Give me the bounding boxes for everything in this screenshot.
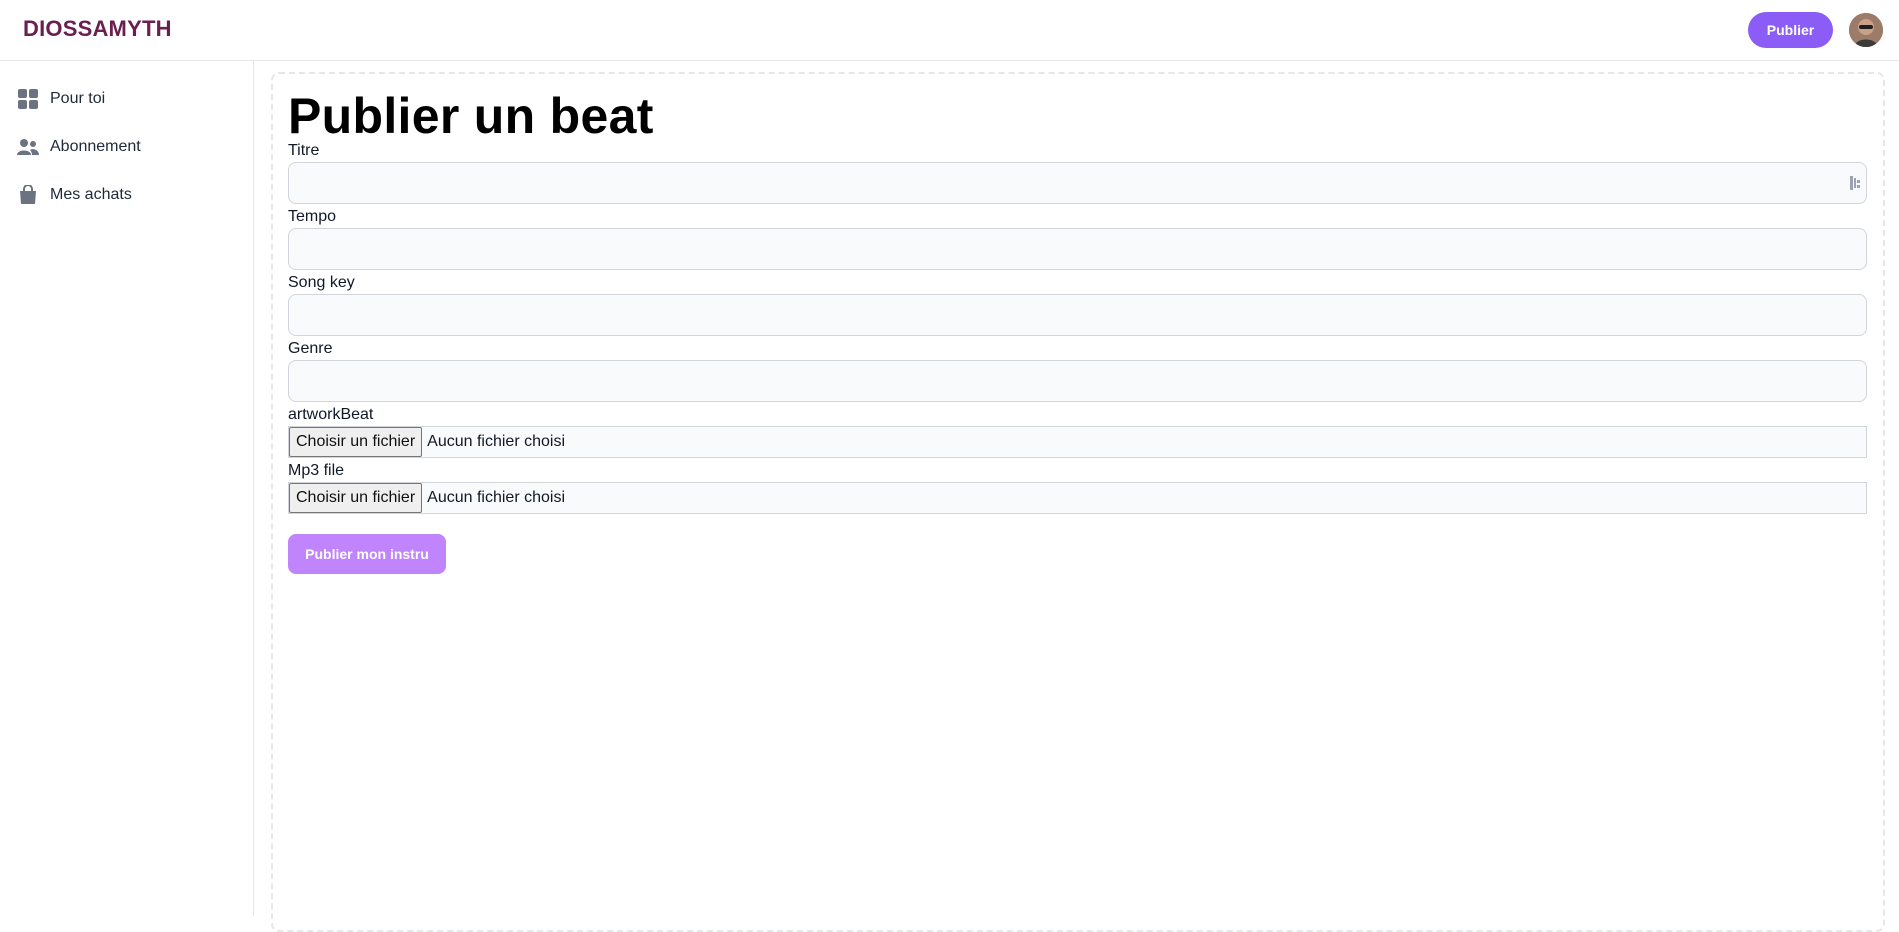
mp3-file-status: Aucun fichier choisi [427,489,565,506]
titre-input[interactable] [288,162,1867,204]
grid-icon [17,88,39,110]
tempo-label: Tempo [288,208,337,225]
artwork-choose-file-button[interactable]: Choisir un fichier [289,427,423,457]
sidebar: Pour toi Abonnement Mes achats [0,61,254,916]
sidebar-item-pour-toi[interactable]: Pour toi [0,79,253,119]
artwork-file-input[interactable]: Choisir un fichier Aucun fichier choisi [288,426,1867,458]
mp3-choose-file-button[interactable]: Choisir un fichier [289,483,423,513]
brand-logo[interactable]: DIOSSAMYTH [23,16,172,42]
user-avatar-image [1849,13,1883,47]
publish-button[interactable]: Publier [1748,12,1833,48]
artwork-file-status: Aucun fichier choisi [427,433,565,450]
top-navbar: DIOSSAMYTH Publier [0,0,1899,61]
mp3-label: Mp3 file [288,462,345,479]
shopping-bag-icon [17,184,39,206]
password-manager-icon[interactable] [1850,175,1864,191]
sidebar-item-label: Abonnement [50,138,141,155]
sidebar-item-label: Pour toi [50,90,106,107]
genre-label: Genre [288,340,333,357]
tempo-input[interactable] [288,228,1867,270]
titre-label: Titre [288,142,320,159]
artwork-label: artworkBeat [288,406,374,423]
song-key-label: Song key [288,274,355,291]
users-icon [17,136,39,158]
sidebar-item-label: Mes achats [50,186,132,203]
song-key-input[interactable] [288,294,1867,336]
sidebar-item-mes-achats[interactable]: Mes achats [0,175,253,215]
genre-input[interactable] [288,360,1867,402]
sidebar-item-abonnement[interactable]: Abonnement [0,127,253,167]
page-title: Publier un beat [288,88,654,144]
mp3-file-input[interactable]: Choisir un fichier Aucun fichier choisi [288,482,1867,514]
submit-button[interactable]: Publier mon instru [288,534,446,574]
avatar[interactable] [1849,13,1883,47]
